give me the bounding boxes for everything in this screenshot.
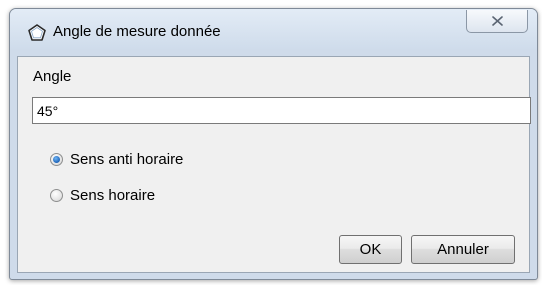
title-bar[interactable]: Angle de mesure donnée xyxy=(10,9,537,49)
radio-button-unchecked[interactable] xyxy=(50,189,63,202)
close-icon xyxy=(492,16,503,26)
pentagon-outline-icon xyxy=(28,24,46,41)
angle-input[interactable] xyxy=(32,97,531,124)
radio-counterclockwise-label: Sens anti horaire xyxy=(70,151,184,168)
dialog-content: Angle Sens anti horaire Sens horaire OK … xyxy=(17,56,531,273)
radio-button-checked[interactable] xyxy=(50,153,63,166)
window-title: Angle de mesure donnée xyxy=(53,23,221,40)
dialog-window: Angle de mesure donnée Angle Sens anti h… xyxy=(9,8,538,280)
radio-clockwise[interactable]: Sens horaire xyxy=(50,187,155,204)
radio-counterclockwise[interactable]: Sens anti horaire xyxy=(50,151,183,168)
close-button[interactable] xyxy=(466,10,528,33)
angle-label: Angle xyxy=(33,68,72,85)
ok-button[interactable]: OK xyxy=(339,235,402,264)
radio-clockwise-label: Sens horaire xyxy=(70,187,156,204)
cancel-button[interactable]: Annuler xyxy=(411,235,515,264)
